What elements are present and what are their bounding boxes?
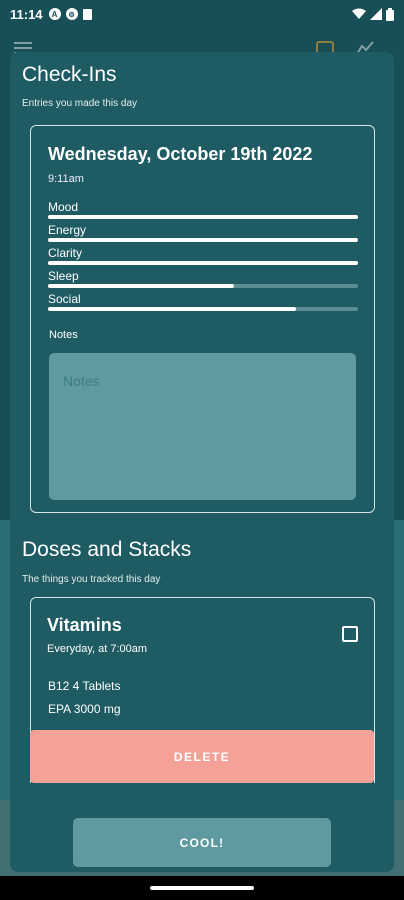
system-nav-bar — [0, 876, 404, 900]
checkins-title: Check-Ins — [22, 63, 117, 86]
battery-icon — [386, 7, 394, 21]
notes-field[interactable]: Notes — [49, 353, 356, 500]
metric-bar — [48, 307, 358, 311]
metric-label: Sleep — [48, 269, 79, 283]
stack-item: EPA 3000 mg — [48, 702, 121, 716]
checkin-card: Wednesday, October 19th 2022 9:11am Mood… — [30, 125, 375, 513]
metric-bar — [48, 215, 358, 219]
doses-title: Doses and Stacks — [22, 538, 192, 561]
status-time: 11:14 — [10, 6, 43, 22]
status-right — [352, 7, 394, 21]
stack-checkbox[interactable] — [342, 626, 358, 642]
notes-label: Notes — [49, 329, 78, 341]
metric-bar — [48, 284, 358, 288]
home-handle[interactable] — [150, 886, 254, 890]
notes-placeholder: Notes — [63, 373, 100, 389]
checkin-time: 9:11am — [48, 173, 84, 185]
stack-item: B12 4 Tablets — [48, 679, 121, 693]
metric-label: Clarity — [48, 246, 83, 260]
checkins-subtitle: Entries you made this day — [22, 98, 138, 109]
vpn-icon: ⊜ — [65, 8, 78, 20]
metric-fill — [48, 261, 358, 265]
stack-name: Vitamins — [47, 615, 122, 635]
metric-bar — [48, 261, 358, 265]
metric-sleep: Sleep — [48, 269, 358, 288]
metric-label: Social — [48, 292, 81, 306]
status-bar: 11:14 A ⊜ — [0, 0, 404, 28]
metric-mood: Mood — [48, 200, 358, 219]
stack-schedule: Everyday, at 7:00am — [47, 643, 148, 655]
cool-button[interactable]: COOL! — [73, 818, 331, 867]
metric-social: Social — [48, 292, 358, 311]
checkin-date: Wednesday, October 19th 2022 — [48, 144, 313, 164]
doses-subtitle: The things you tracked this day — [22, 574, 161, 585]
metric-label: Mood — [48, 200, 79, 214]
notification-a-icon: A — [48, 8, 61, 20]
wifi-icon — [352, 8, 366, 19]
metric-energy: Energy — [48, 223, 358, 242]
metric-clarity: Clarity — [48, 246, 358, 265]
metric-bar — [48, 238, 358, 242]
signal-icon — [370, 8, 382, 20]
metric-fill — [48, 307, 296, 311]
metric-fill — [48, 284, 234, 288]
delete-button[interactable]: DELETE — [30, 730, 374, 783]
metric-label: Energy — [48, 223, 87, 237]
metric-fill — [48, 238, 358, 242]
sd-card-icon — [82, 8, 92, 20]
metric-fill — [48, 215, 358, 219]
day-detail-sheet: Check-Ins Entries you made this day Wedn… — [10, 52, 394, 872]
